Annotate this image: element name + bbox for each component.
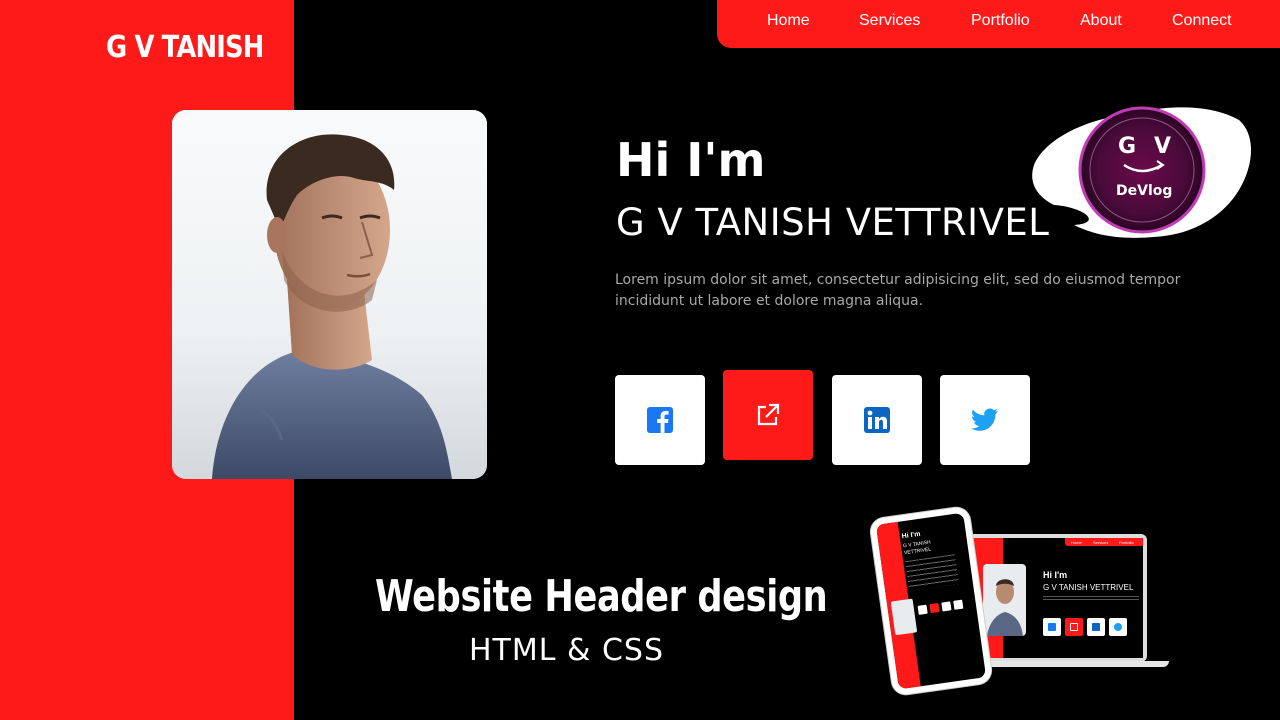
- nav-about-link[interactable]: About: [1080, 12, 1122, 30]
- mini-navbar: Home Services Portfolio: [1065, 538, 1143, 546]
- top-navbar: Home Services Portfolio About Connect: [717, 0, 1280, 48]
- nav-connect-link[interactable]: Connect: [1172, 12, 1232, 30]
- devlog-logo: G V DeVlog: [1024, 95, 1264, 245]
- phone-linkedin-button: [941, 601, 952, 612]
- mini-facebook-button: [1043, 618, 1061, 636]
- external-link-icon: [757, 403, 780, 426]
- hero-greeting: Hi I'm: [616, 133, 766, 187]
- phone-twitter-button: [953, 599, 964, 610]
- phone-link-button: [929, 602, 940, 614]
- mini-greeting: Hi I'm: [1043, 570, 1068, 580]
- external-link-button[interactable]: [723, 370, 813, 460]
- facebook-button[interactable]: [615, 375, 705, 465]
- phone-profile-photo: [890, 598, 918, 636]
- hero-name: G V TANISH VETTRIVEL: [616, 201, 1050, 244]
- linkedin-button[interactable]: [832, 375, 922, 465]
- mini-nav-services: Services: [1093, 540, 1109, 545]
- hero-description: Lorem ipsum dolor sit amet, consectetur …: [615, 272, 1181, 309]
- promo-subtitle: HTML & CSS: [469, 633, 664, 668]
- nav-home-link[interactable]: Home: [767, 12, 810, 30]
- mini-nav-home: Home: [1071, 540, 1082, 545]
- phone-name: G V TANISH VETTRIVEL: [903, 538, 945, 557]
- mini-twitter-button: [1109, 618, 1127, 636]
- nav-portfolio-link[interactable]: Portfolio: [971, 12, 1030, 30]
- mini-name: G V TANISH VETTRIVEL: [1043, 583, 1134, 592]
- portrait-illustration: [172, 110, 487, 479]
- laptop-screen: Home Services Portfolio Hi I'm G V TANIS…: [963, 538, 1143, 658]
- device-mockup: Home Services Portfolio Hi I'm G V TANIS…: [869, 505, 1175, 698]
- svg-text:G: G: [1118, 134, 1136, 159]
- phone-description-lines: [905, 554, 959, 591]
- phone-greeting: Hi I'm: [901, 530, 921, 541]
- devlog-badge-graphic: G V DeVlog: [1032, 106, 1252, 238]
- brand-logo-text[interactable]: G V TANISH: [106, 30, 264, 65]
- mini-portrait: [987, 579, 1023, 636]
- twitter-icon: [971, 408, 998, 431]
- svg-text:V: V: [1154, 134, 1171, 159]
- mini-nav-portfolio: Portfolio: [1119, 540, 1134, 545]
- facebook-icon: [647, 407, 673, 433]
- mini-linkedin-button: [1087, 618, 1105, 636]
- twitter-button[interactable]: [940, 375, 1030, 465]
- mini-link-button: [1065, 618, 1083, 636]
- nav-services-link[interactable]: Services: [859, 12, 920, 30]
- mini-description-lines: [1043, 596, 1139, 600]
- profile-photo: [172, 110, 487, 479]
- mini-profile-photo: [983, 564, 1026, 636]
- phone-screen: Hi I'm G V TANISH VETTRIVEL: [875, 512, 987, 690]
- promo-title: Website Header design: [375, 571, 828, 622]
- devlog-label: DeVlog: [1116, 183, 1172, 199]
- linkedin-icon: [864, 407, 890, 433]
- phone-facebook-button: [917, 604, 928, 615]
